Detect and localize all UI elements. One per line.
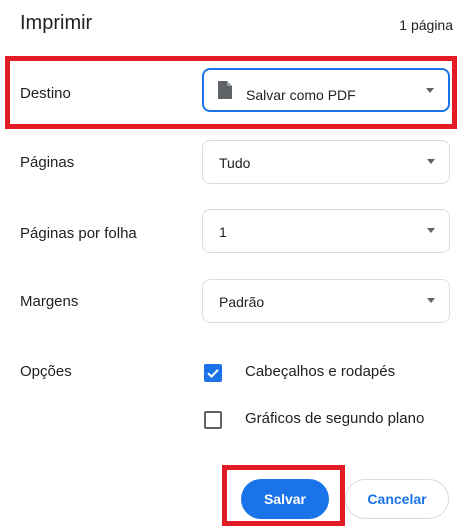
dialog-header: Imprimir 1 página (20, 8, 453, 38)
checkmark-icon (207, 369, 219, 379)
options-label: Opções (20, 363, 72, 380)
chevron-down-icon (427, 159, 435, 164)
save-button[interactable]: Salvar (241, 479, 329, 519)
chevron-down-icon (427, 228, 435, 233)
headers-footers-checkbox[interactable] (204, 364, 222, 382)
destination-label: Destino (20, 85, 71, 102)
background-graphics-checkbox[interactable] (204, 411, 222, 429)
pages-per-sheet-value: 1 (219, 224, 227, 240)
background-graphics-label: Gráficos de segundo plano (245, 410, 425, 427)
pages-select[interactable]: Tudo (202, 140, 450, 184)
pages-label: Páginas (20, 154, 75, 171)
destination-value: Salvar como PDF (246, 87, 356, 103)
margins-select[interactable]: Padrão (202, 279, 450, 323)
pages-value: Tudo (219, 155, 251, 171)
destination-select[interactable]: Salvar como PDF (202, 68, 450, 112)
margins-label: Margens (20, 293, 79, 310)
pages-per-sheet-select[interactable]: 1 (202, 209, 450, 253)
chevron-down-icon (427, 298, 435, 303)
document-icon (218, 81, 232, 104)
dialog-title: Imprimir (20, 12, 93, 34)
margins-value: Padrão (219, 294, 265, 310)
page-count: 1 página (399, 17, 453, 33)
chevron-down-icon (426, 88, 434, 93)
headers-footers-label: Cabeçalhos e rodapés (245, 363, 396, 380)
cancel-button[interactable]: Cancelar (345, 479, 449, 519)
print-dialog: Imprimir 1 página Destino Salvar como PD… (0, 0, 461, 526)
pages-per-sheet-label: Páginas por folha (20, 225, 137, 242)
